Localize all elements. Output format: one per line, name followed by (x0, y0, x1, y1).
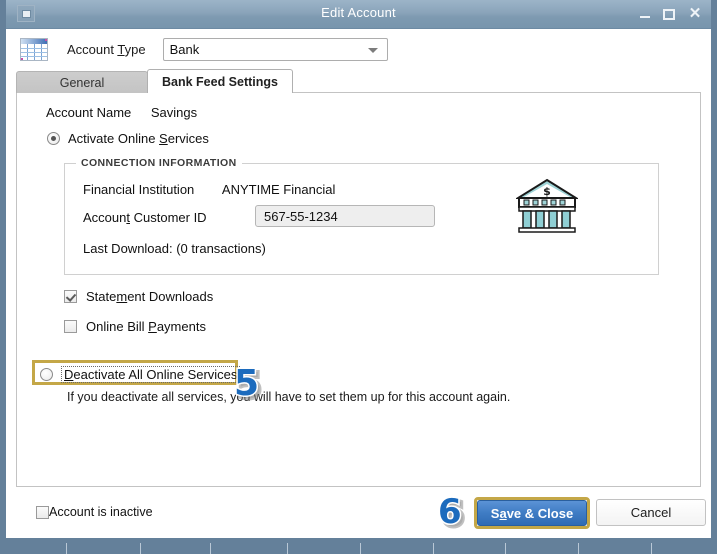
connection-information-group: CONNECTION INFORMATION Financial Institu… (64, 157, 659, 275)
statement-downloads-checkbox[interactable] (64, 290, 77, 303)
account-grid-icon (20, 37, 48, 61)
screenshot-root: Edit Account ✕ Account Type Bank General… (0, 0, 717, 554)
financial-institution-value: ANYTIME Financial (221, 182, 336, 197)
callout-6-badge: 6 (437, 492, 464, 532)
account-customer-id-input[interactable] (255, 205, 435, 227)
activate-online-services-radio[interactable] (47, 132, 60, 145)
deactivate-all-online-services-row[interactable]: Deactivate All Online Services (40, 366, 241, 383)
save-close-button[interactable]: Sa ve & Close (477, 500, 587, 526)
callout-5-badge: 5 (232, 363, 260, 404)
save-close-highlight-box: Sa ve & Close (474, 497, 590, 529)
window-controls: ✕ (639, 0, 703, 28)
bank-building-icon: $ (516, 178, 578, 233)
statement-downloads-row[interactable]: Statement Downloads (64, 289, 213, 304)
online-bill-payments-row[interactable]: Online Bill Payments (64, 319, 206, 334)
account-type-value: Bank (169, 41, 200, 57)
deactivate-all-online-services-radio[interactable] (40, 368, 53, 381)
financial-institution-label: Financial Institution (83, 182, 195, 197)
account-name-value: Savings (150, 105, 198, 120)
deactivate-all-online-services-label: Deactivate All Online Services (61, 366, 241, 383)
edit-account-window: Edit Account ✕ Account Type Bank General… (0, 0, 717, 543)
minimize-icon[interactable] (639, 8, 651, 20)
online-bill-payments-label: Online Bill Payments (86, 319, 206, 334)
tab-general[interactable]: General (16, 71, 148, 93)
account-is-inactive-label: Account is inactive (49, 505, 153, 519)
statement-downloads-label: Statement Downloads (86, 289, 214, 304)
cancel-button[interactable]: Cancel (596, 499, 706, 526)
last-download-label: Last Download: (0 transactions) (83, 241, 266, 256)
account-name-label: Account Name (46, 105, 132, 120)
online-bill-payments-checkbox[interactable] (64, 320, 77, 333)
chevron-down-icon (367, 47, 378, 53)
svg-text:$: $ (543, 185, 551, 198)
account-type-select[interactable]: Bank (162, 37, 388, 61)
activate-online-services-label: Activate Online Services (68, 131, 209, 146)
close-icon[interactable]: ✕ (687, 6, 703, 21)
account-is-inactive-checkbox[interactable] (36, 505, 49, 519)
maximize-icon[interactable] (663, 8, 675, 20)
bank-feed-settings-panel: Account Name Savings Activate Online Ser… (16, 92, 701, 487)
window-titlebar: Edit Account ✕ (6, 0, 711, 29)
activate-online-services-radio-row[interactable]: Activate Online Services (47, 131, 209, 146)
deactivate-hint-text: If you deactivate all services, you will… (67, 390, 511, 404)
account-name-row: Account Name Savings (46, 105, 197, 120)
account-type-label: Account Type (67, 41, 146, 57)
window-title: Edit Account (321, 5, 396, 20)
financial-institution-row: Financial Institution ANYTIME Financial (83, 182, 335, 197)
connection-information-legend: CONNECTION INFORMATION (76, 157, 242, 169)
account-customer-id-label: Account Customer ID (83, 210, 207, 225)
account-is-inactive-row[interactable]: Account is inactive (36, 505, 153, 519)
tab-bar: General Bank Feed Settings (16, 69, 711, 94)
tab-bank-feed-settings[interactable]: Bank Feed Settings (147, 69, 293, 94)
account-type-row: Account Type Bank (6, 29, 711, 69)
